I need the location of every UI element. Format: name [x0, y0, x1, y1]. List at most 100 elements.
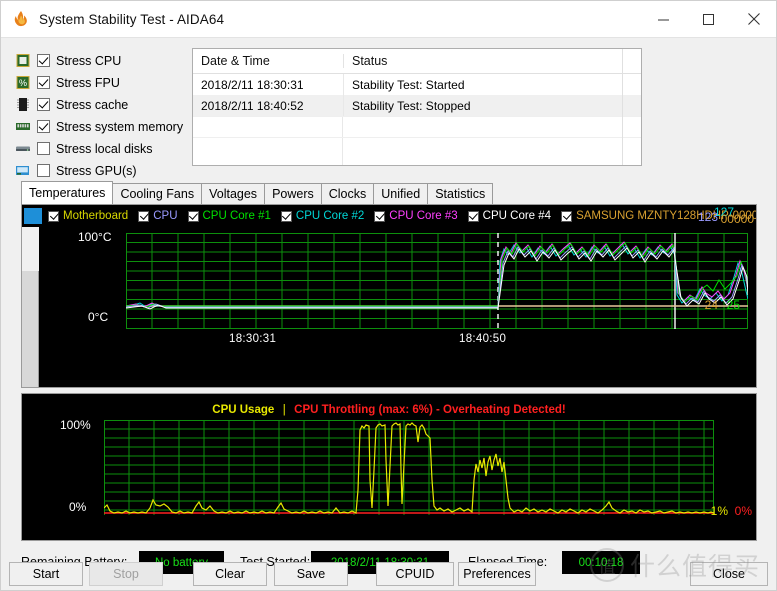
temp-peak-value-orange: 00000 [720, 212, 754, 226]
stress-option-system-memory[interactable]: Stress system memory [15, 116, 195, 137]
legend-label: Motherboard [63, 210, 129, 222]
tab-label: Clocks [328, 187, 367, 201]
legend-item-cpu-core-4[interactable]: CPU Core #4 [467, 210, 552, 222]
hard-disk-icon [15, 141, 31, 156]
legend-label: CPU Core #2 [295, 210, 365, 222]
tab-powers[interactable]: Powers [264, 183, 322, 204]
tab-label: Cooling Fans [120, 187, 195, 201]
checkbox-stress-system-memory[interactable] [37, 120, 50, 133]
start-button[interactable]: Start [9, 562, 83, 586]
legend-label: CPU Core #3 [389, 210, 458, 222]
column-header-status: Status [343, 54, 641, 68]
tab-unified[interactable]: Unified [373, 183, 429, 204]
action-button-bar: Start Stop Clear Save CPUID Preferences … [1, 550, 776, 590]
checkbox-stress-cache[interactable] [37, 98, 50, 111]
stress-option-cache[interactable]: Stress cache [15, 94, 195, 115]
checkbox-stress-gpus[interactable] [37, 164, 50, 177]
cpu-usage-header: CPU Usage | CPU Throttling (max: 6%) - O… [22, 400, 756, 418]
tab-label: Unified [381, 187, 421, 201]
graph-tab-strip: Temperatures Cooling Fans Voltages Power… [21, 181, 757, 204]
stress-option-cpu[interactable]: Stress CPU [15, 50, 195, 71]
legend-item-cpu[interactable]: CPU [138, 210, 178, 222]
stop-button[interactable]: Stop [89, 562, 163, 586]
legend-checkbox[interactable] [561, 210, 573, 222]
cpu-usage-current-value: 1% [710, 504, 728, 518]
legend-label: CPU Core #1 [202, 210, 271, 222]
legend-checkbox[interactable] [187, 210, 199, 222]
temp-xaxis-label-end: 18:40:50 [459, 333, 507, 345]
window-client-area: Stress CPU % Stress FPU Stress cache Str… [1, 37, 776, 590]
tab-label: Powers [272, 187, 314, 201]
clear-button[interactable]: Clear [193, 562, 267, 586]
table-header-row: Date & Time Status [193, 49, 641, 74]
stress-option-label: Stress system memory [56, 119, 184, 134]
table-row[interactable]: 2018/2/11 18:30:31 Stability Test: Start… [193, 74, 641, 95]
legend-label: CPU [153, 210, 178, 222]
checkbox-stress-local-disks[interactable] [37, 142, 50, 155]
cpu-throttling-current-value: 0% [734, 504, 752, 518]
title-bar: System Stability Test - AIDA64 [1, 1, 776, 37]
legend-item-cpu-core-2[interactable]: CPU Core #2 [280, 210, 365, 222]
legend-label: CPU Core #4 [482, 210, 552, 222]
cell-datetime: 2018/2/11 18:40:52 [201, 98, 304, 113]
temperature-legend: Motherboard CPU CPU Core #1 CPU Core #2 … [22, 205, 756, 227]
legend-scrollbar[interactable] [22, 227, 39, 387]
preferences-button[interactable]: Preferences [458, 562, 536, 586]
aida64-stability-window: System Stability Test - AIDA64 Stress CP… [0, 0, 777, 591]
memory-dimm-icon [15, 119, 31, 134]
cell-status: Stability Test: Started [343, 74, 641, 95]
tab-voltages[interactable]: Voltages [201, 183, 266, 204]
tab-label: Statistics [435, 187, 486, 201]
stress-option-label: Stress CPU [56, 53, 122, 68]
temp-xaxis-label-start: 18:30:31 [229, 333, 277, 345]
cache-chip-icon [15, 97, 31, 112]
window-title: System Stability Test - AIDA64 [39, 11, 225, 27]
maximize-button[interactable] [686, 1, 731, 37]
table-row-empty [193, 116, 641, 137]
cell-datetime: 2018/2/11 18:30:31 [201, 77, 304, 92]
tab-temperatures[interactable]: Temperatures [21, 181, 114, 204]
checkbox-stress-fpu[interactable] [37, 76, 50, 89]
temp-current-value-cores: 25 [726, 298, 740, 312]
stress-options-list: Stress CPU % Stress FPU Stress cache Str… [15, 50, 195, 182]
stress-option-fpu[interactable]: % Stress FPU [15, 72, 195, 93]
stress-option-label: Stress local disks [56, 141, 153, 156]
temp-axis-min-label: 0°C [88, 310, 109, 324]
cpu-axis-max-label: 100% [60, 418, 91, 432]
table-row[interactable]: 2018/2/11 18:40:52 Stability Test: Stopp… [193, 95, 641, 116]
stress-option-label: Stress GPU(s) [56, 163, 137, 178]
legend-item-cpu-core-3[interactable]: CPU Core #3 [374, 210, 458, 222]
cpu-usage-graph-panel: CPU Usage | CPU Throttling (max: 6%) - O… [21, 393, 757, 541]
event-log-table: Date & Time Status 2018/2/11 18:30:31 St… [192, 48, 642, 166]
save-button[interactable]: Save [274, 562, 348, 586]
legend-item-cpu-core-1[interactable]: CPU Core #1 [187, 210, 271, 222]
legend-checkbox[interactable] [374, 210, 386, 222]
checkbox-stress-cpu[interactable] [37, 54, 50, 67]
cpuid-button[interactable]: CPUID [376, 562, 454, 586]
stress-option-local-disks[interactable]: Stress local disks [15, 138, 195, 159]
legend-checkbox[interactable] [467, 210, 479, 222]
tab-clocks[interactable]: Clocks [320, 183, 375, 204]
close-dialog-button[interactable]: Close [690, 562, 768, 586]
scrollbar-thumb[interactable] [22, 227, 39, 271]
cpu-usage-separator: | [282, 404, 286, 416]
legend-checkbox[interactable] [280, 210, 292, 222]
legend-checkbox[interactable] [138, 210, 150, 222]
table-filler [193, 158, 641, 165]
window-controls [641, 1, 776, 37]
temperature-graph-panel: Motherboard CPU CPU Core #1 CPU Core #2 … [21, 204, 757, 388]
close-button[interactable] [731, 1, 776, 37]
tab-cooling-fans[interactable]: Cooling Fans [112, 183, 203, 204]
temp-peak-value-blue: 123 [697, 210, 718, 224]
column-header-datetime: Date & Time [201, 54, 270, 68]
cpu-usage-title: CPU Usage [212, 404, 275, 416]
legend-checkbox[interactable] [48, 210, 59, 222]
legend-item-motherboard[interactable]: Motherboard [48, 210, 128, 222]
tab-statistics[interactable]: Statistics [427, 183, 494, 204]
cpu-usage-plot [104, 420, 714, 515]
minimize-button[interactable] [641, 1, 686, 37]
legend-scroll-thumb[interactable] [24, 208, 42, 224]
flame-icon [11, 9, 31, 29]
stress-option-gpus[interactable]: Stress GPU(s) [15, 160, 195, 181]
table-row-empty [193, 137, 641, 158]
